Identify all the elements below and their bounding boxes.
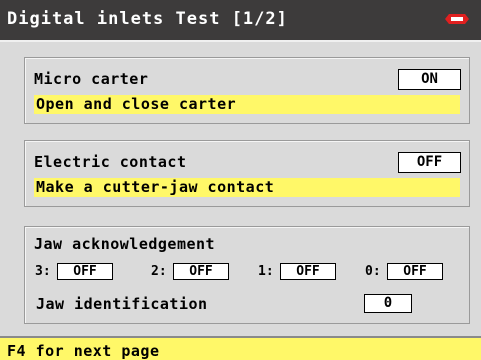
jaw-1-status: OFF xyxy=(280,263,336,280)
brand-logo-icon xyxy=(445,14,469,24)
jaw-0-label: 0: xyxy=(365,264,381,279)
micro-carter-status: ON xyxy=(398,69,461,90)
micro-carter-hint: Open and close carter xyxy=(34,95,460,114)
page-title: Digital inlets Test [1/2] xyxy=(7,9,288,29)
footer-bar: F4 for next page xyxy=(0,336,481,360)
test-screen: Digital inlets Test [1/2] Micro carter O… xyxy=(0,0,481,360)
jaw-2-label: 2: xyxy=(151,264,167,279)
title-bar: Digital inlets Test [1/2] xyxy=(0,0,481,42)
jaw-1-label: 1: xyxy=(258,264,274,279)
jaw-acknowledgement-heading: Jaw acknowledgement xyxy=(34,235,216,253)
jaw-identification-value: 0 xyxy=(364,294,412,313)
micro-carter-group: Micro carter ON Open and close carter xyxy=(24,57,470,124)
jaw-identification-label: Jaw identification xyxy=(36,295,208,313)
jaw-2-status: OFF xyxy=(173,263,229,280)
jaw-3-label: 3: xyxy=(35,264,51,279)
electric-contact-label: Electric contact xyxy=(34,153,187,171)
electric-contact-group: Electric contact OFF Make a cutter-jaw c… xyxy=(24,140,470,207)
electric-contact-status: OFF xyxy=(398,152,461,173)
jaw-acknowledgement-group: Jaw acknowledgement 3: OFF 2: OFF 1: OFF… xyxy=(24,226,470,324)
micro-carter-label: Micro carter xyxy=(34,70,149,88)
electric-contact-hint: Make a cutter-jaw contact xyxy=(34,178,460,197)
footer-hint: F4 for next page xyxy=(7,342,160,360)
jaw-0-status: OFF xyxy=(387,263,443,280)
jaw-3-status: OFF xyxy=(57,263,113,280)
